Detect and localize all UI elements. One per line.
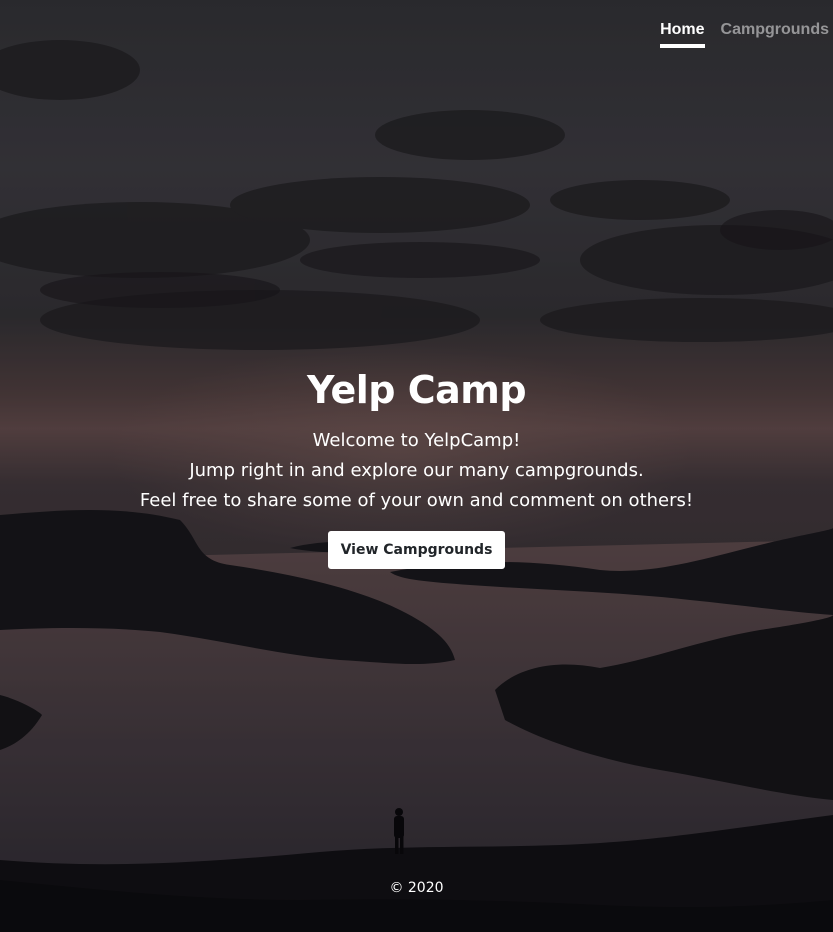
view-campgrounds-button[interactable]: View Campgrounds	[327, 531, 506, 569]
footer: © 2020	[0, 880, 833, 896]
masthead: Home Campgrounds	[0, 0, 833, 60]
cover-section: Yelp Camp Welcome to YelpCamp! Jump righ…	[0, 366, 833, 569]
page-title: Yelp Camp	[306, 368, 527, 412]
welcome-text: Welcome to YelpCamp!	[312, 430, 521, 451]
nav-link-campgrounds[interactable]: Campgrounds	[721, 18, 829, 48]
intro-text: Jump right in and explore our many campg…	[189, 460, 644, 481]
copyright-text: © 2020	[389, 880, 444, 896]
main-nav: Home Campgrounds	[660, 18, 829, 48]
nav-link-home[interactable]: Home	[660, 18, 705, 48]
share-text: Feel free to share some of your own and …	[139, 490, 694, 511]
